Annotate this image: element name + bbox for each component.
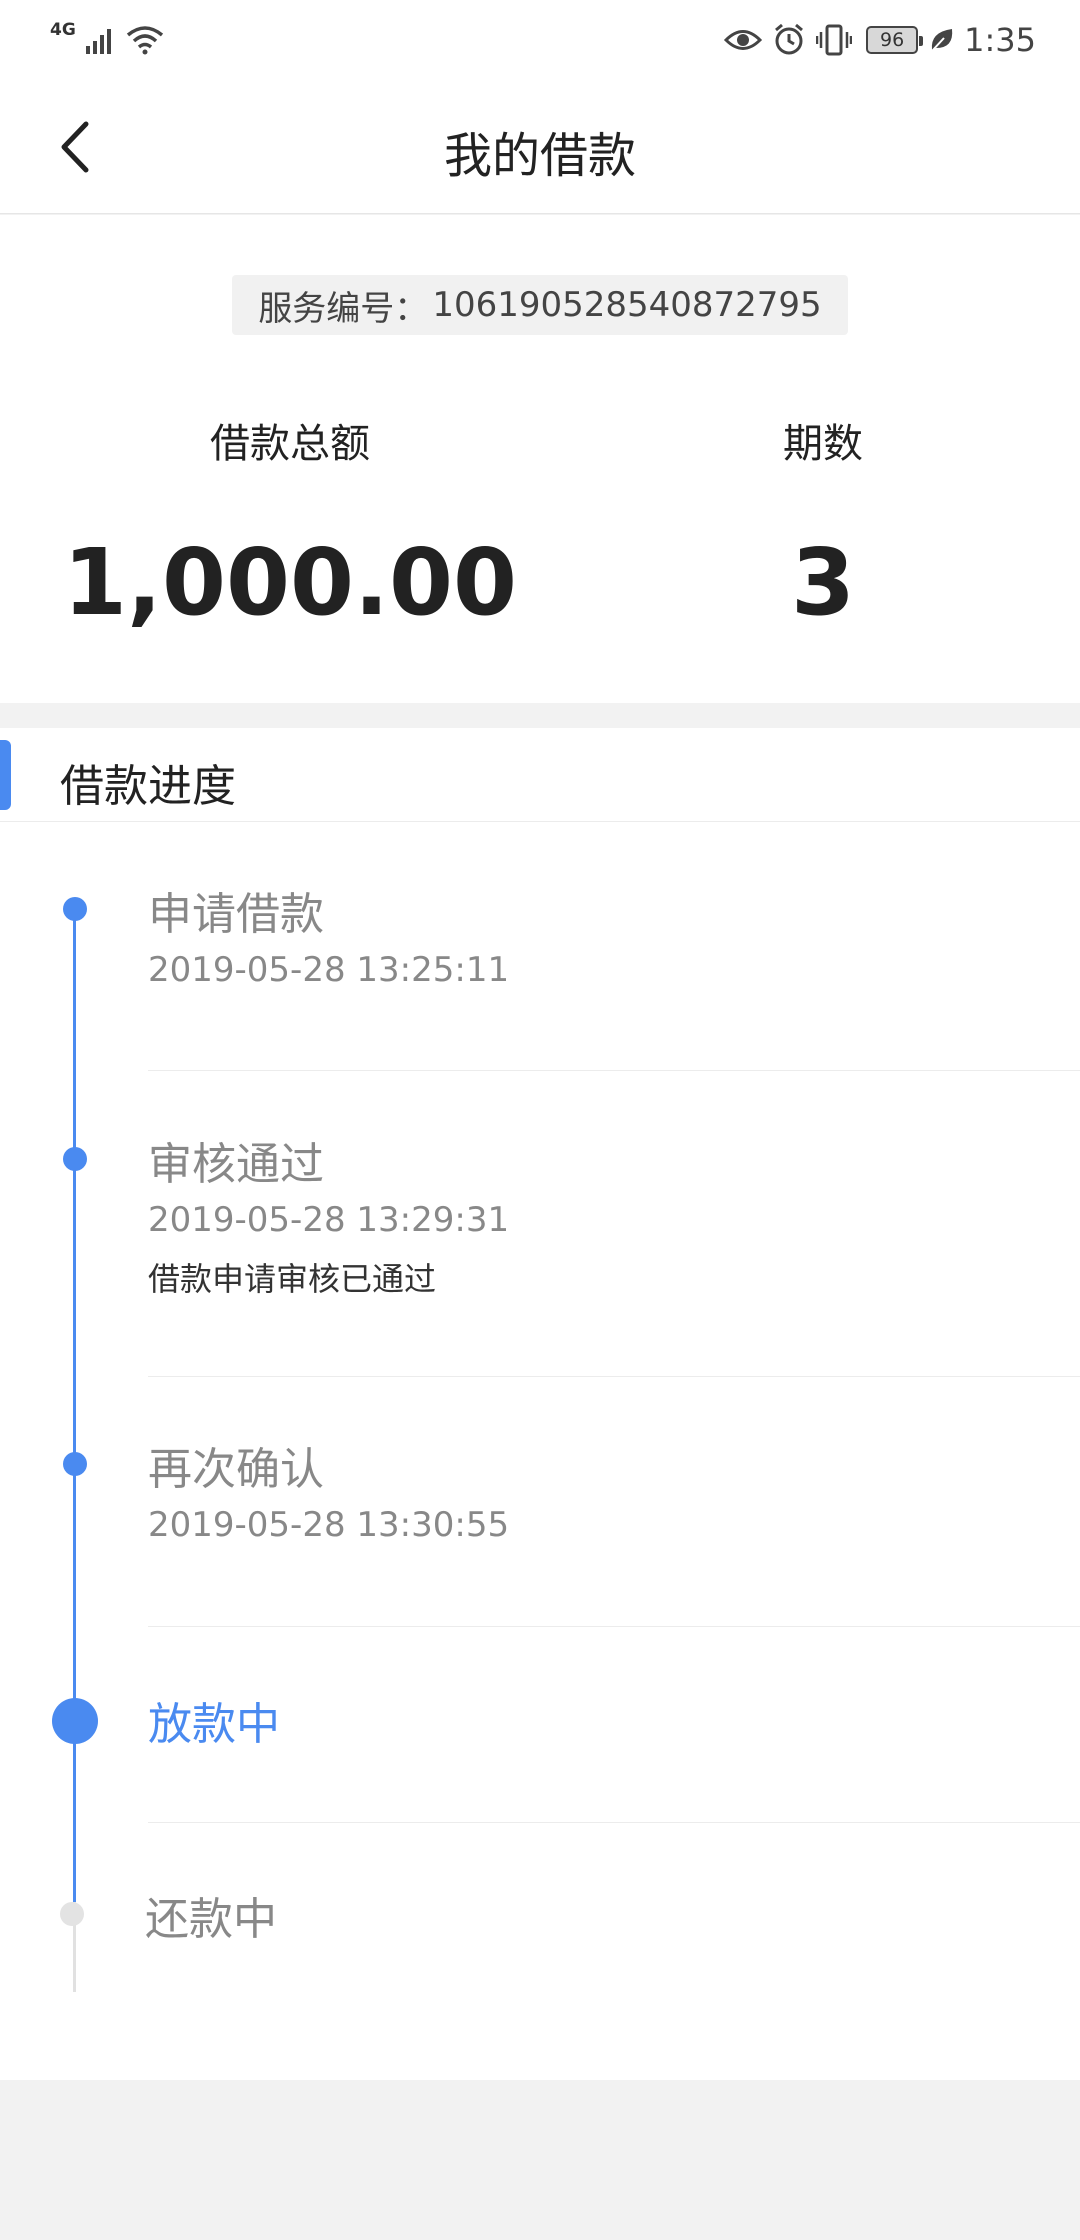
step-dot-active (52, 1698, 98, 1744)
status-left: 4G (50, 20, 164, 55)
step-name: 申请借款 (148, 889, 324, 940)
wifi-icon (126, 25, 164, 55)
battery-level: 96 (880, 29, 905, 51)
timeline-step-approved: 审核通过 2019-05-28 13:29:31 借款申请审核已通过 (0, 1128, 1080, 1298)
timeline-step-confirm: 再次确认 2019-05-28 13:30:55 (0, 1433, 1080, 1545)
vibrate-icon (816, 24, 853, 56)
total-amount-label: 借款总额 (210, 421, 370, 467)
service-number-value: 106190528540872795 (432, 285, 822, 325)
timeline-step-apply: 申请借款 2019-05-28 13:25:11 (0, 878, 1080, 990)
term-count-value: 3 (790, 529, 855, 636)
section-accent-bar (0, 740, 11, 810)
nav-bar: 我的借款 (0, 80, 1080, 214)
timeline-step-repaying: 还款中 (0, 1883, 1080, 1963)
step-dot-pending (60, 1902, 84, 1926)
step-dot (63, 1147, 87, 1171)
loan-summary: 服务编号： 106190528540872795 借款总额 1,000.00 期数… (0, 215, 1080, 703)
term-count-label: 期数 (783, 421, 863, 467)
step-note: 借款申请审核已通过 (148, 1260, 437, 1298)
total-amount-value: 1,000.00 (63, 529, 517, 636)
timeline-step-disbursing: 放款中 (0, 1688, 1080, 1768)
step-name: 审核通过 (148, 1139, 324, 1190)
leaf-icon (928, 26, 956, 54)
step-time: 2019-05-28 13:29:31 (148, 1200, 510, 1240)
status-bar: 4G 96 1:35 (0, 0, 1080, 80)
step-time: 2019-05-28 13:25:11 (148, 950, 510, 990)
signal-icon (85, 26, 116, 54)
page: 4G 96 1:35 我的借款 服务编号： 106190528540872795… (0, 0, 1080, 2240)
network-type: 4G (50, 20, 76, 40)
service-number-badge: 服务编号： 106190528540872795 (232, 275, 848, 335)
clock-time: 1:35 (964, 21, 1036, 59)
section-header: 借款进度 (0, 728, 1080, 822)
service-number-label: 服务编号： (258, 288, 429, 329)
eye-icon (724, 27, 763, 53)
battery-icon: 96 (866, 26, 924, 54)
page-title: 我的借款 (443, 128, 636, 184)
step-divider (148, 1626, 1080, 1627)
status-right: 96 1:35 (714, 21, 1036, 59)
step-divider (148, 1376, 1080, 1377)
loan-progress-section: 借款进度 申请借款 2019-05-28 13:25:11 审核通过 2019-… (0, 728, 1080, 2080)
step-name: 还款中 (145, 1894, 277, 1945)
step-dot (63, 1452, 87, 1476)
step-divider (148, 1070, 1080, 1071)
step-name: 放款中 (148, 1699, 280, 1750)
step-dot (63, 897, 87, 921)
step-time: 2019-05-28 13:30:55 (148, 1505, 510, 1545)
step-name: 再次确认 (148, 1444, 324, 1495)
section-title: 借款进度 (60, 761, 236, 812)
alarm-icon (772, 23, 806, 57)
step-divider (148, 1822, 1080, 1823)
